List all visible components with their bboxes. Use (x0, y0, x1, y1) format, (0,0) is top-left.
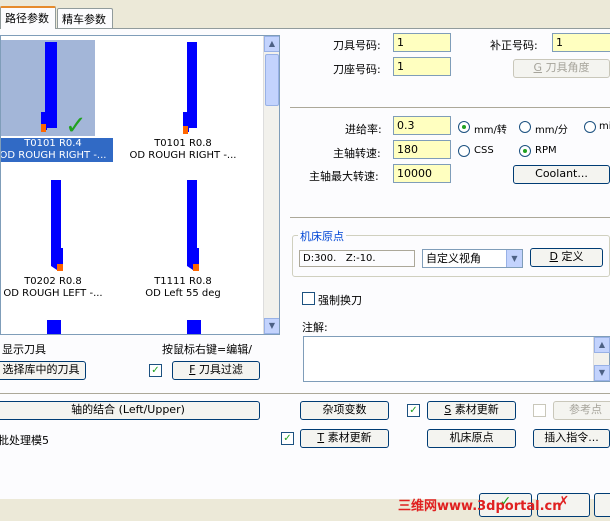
tool-desc: OD ROUGH RIGHT -... (129, 150, 237, 161)
tab-finish-params[interactable]: 精车参数 (57, 8, 113, 28)
coolant-button[interactable]: Coolant... (513, 165, 610, 184)
rpm-radio[interactable] (519, 145, 531, 157)
feed-per-rev-radio[interactable] (458, 121, 470, 133)
tool-item[interactable]: T0202 R0.8 OD ROUGH LEFT -... (1, 176, 113, 306)
force-tool-change-checkbox[interactable] (302, 292, 315, 305)
tool-desc: OD ROUGH LEFT -... (3, 288, 103, 299)
machine-origin-button[interactable]: 机床原点 (427, 429, 516, 448)
stock-update2-checkbox[interactable]: ✓ (281, 432, 294, 445)
tool-thumbnail (131, 40, 225, 136)
separator (290, 107, 610, 108)
scroll-up-icon[interactable]: ▲ (264, 36, 279, 52)
stock-update2-button[interactable]: T 素材更新 (300, 429, 389, 448)
batch-mode-label: 批处理模5 (0, 434, 49, 447)
tool-thumbnail-partial (47, 320, 61, 334)
tool-desc: OD ROUGH RIGHT -... (0, 150, 107, 161)
tool-thumbnail-partial (187, 320, 201, 334)
rpm-label: RPM (535, 145, 557, 156)
tool-item[interactable]: T0101 R0.8 OD ROUGH RIGHT -... (123, 38, 243, 168)
scroll-thumb[interactable] (265, 54, 279, 106)
tool-id: T0202 R0.8 (24, 276, 82, 287)
css-label: CSS (474, 145, 494, 156)
feed-rate-input[interactable]: 0.3 (393, 116, 451, 135)
watermark-text: 三维网www.3dportal.cn (398, 499, 562, 514)
right-click-hint: 按鼠标右键=编辑/ (162, 343, 252, 356)
turning-tool-icon (51, 180, 63, 271)
offset-number-label: 补正号码: (490, 39, 538, 52)
offset-number-input[interactable]: 1 (552, 33, 610, 52)
tool-thumbnail (1, 178, 95, 274)
holder-number-label: 刀座号码: (333, 63, 381, 76)
holder-number-input[interactable]: 1 (393, 57, 451, 76)
insert-command-button[interactable]: 插入指令... (533, 429, 610, 448)
turning-tool-icon (187, 180, 199, 271)
notes-label: 注解: (302, 321, 328, 334)
machine-origin-coords: D:300. Z:-10. (299, 250, 415, 267)
scroll-up-icon[interactable]: ▲ (594, 337, 610, 353)
notes-scrollbar[interactable]: ▲ ▼ (593, 337, 610, 381)
tool-thumbnail (131, 178, 225, 274)
feed-per-min-radio[interactable] (519, 121, 531, 133)
spindle-speed-label: 主轴转速: (333, 147, 381, 160)
chevron-down-icon[interactable]: ▼ (506, 250, 522, 267)
feed-per-min-label: mm/分 (535, 125, 568, 136)
tool-filter-checkbox[interactable]: ✓ (149, 364, 162, 377)
define-origin-button[interactable]: D 定义 (530, 248, 603, 267)
separator (0, 393, 610, 394)
tool-list[interactable]: ✓ T0101 R0.4 OD ROUGH RIGHT -... T0101 R… (0, 35, 280, 335)
feed-inch-label: mi (599, 121, 610, 132)
tool-list-scrollbar[interactable]: ▲ ▼ (263, 36, 279, 334)
tool-desc: OD Left 55 deg (145, 288, 221, 299)
tool-thumbnail: ✓ (1, 40, 95, 141)
axis-combination-button[interactable]: 轴的结合 (Left/Upper) (0, 401, 260, 420)
spindle-speed-input[interactable]: 180 (393, 140, 451, 159)
check-mark-icon: ✓ (65, 111, 87, 136)
machine-origin-title: 机床原点 (298, 228, 346, 244)
feed-inch-radio[interactable] (584, 121, 596, 133)
reference-point-button[interactable]: 参考点 (553, 401, 610, 420)
stock-update-button[interactable]: S 素材更新 (427, 401, 516, 420)
tool-number-label: 刀具号码: (333, 39, 381, 52)
tool-item[interactable]: ✓ T0101 R0.4 OD ROUGH RIGHT -... (0, 38, 113, 168)
tool-filter-button[interactable]: F 刀具过滤 (172, 361, 260, 380)
tool-number-input[interactable]: 1 (393, 33, 451, 52)
tool-item[interactable]: T1111 R0.8 OD Left 55 deg (123, 176, 243, 306)
show-tools-label: 显示刀具 (2, 343, 46, 356)
help-button[interactable] (594, 493, 610, 517)
misc-values-button[interactable]: 杂项变数 (300, 401, 389, 420)
tool-angle-button[interactable]: G 刀具角度 (513, 59, 610, 78)
turning-tool-icon (183, 42, 197, 134)
select-library-tool-button[interactable]: 选择库中的刀具 (0, 361, 86, 380)
tool-id: T0101 R0.8 (154, 138, 212, 149)
tab-path-params[interactable]: 路径参数 (0, 6, 56, 29)
view-select[interactable]: 自定义视角 ▼ (422, 249, 523, 268)
tool-id: T0101 R0.4 (24, 138, 82, 149)
tool-id: T1111 R0.8 (154, 276, 212, 287)
feed-rate-label: 进给率: (345, 123, 382, 136)
ref-point-checkbox[interactable] (533, 404, 546, 417)
scroll-down-icon[interactable]: ▼ (594, 365, 610, 381)
max-spindle-label: 主轴最大转速: (309, 170, 379, 183)
separator (290, 217, 610, 218)
css-radio[interactable] (458, 145, 470, 157)
turning-tool-icon: ✓ (41, 42, 87, 141)
max-spindle-input[interactable]: 10000 (393, 164, 451, 183)
feed-per-rev-label: mm/转 (474, 125, 507, 136)
scroll-down-icon[interactable]: ▼ (264, 318, 279, 334)
notes-textarea[interactable]: ▲ ▼ (303, 336, 610, 382)
force-tool-change-label: 强制换刀 (318, 294, 362, 307)
stock-update-checkbox[interactable]: ✓ (407, 404, 420, 417)
